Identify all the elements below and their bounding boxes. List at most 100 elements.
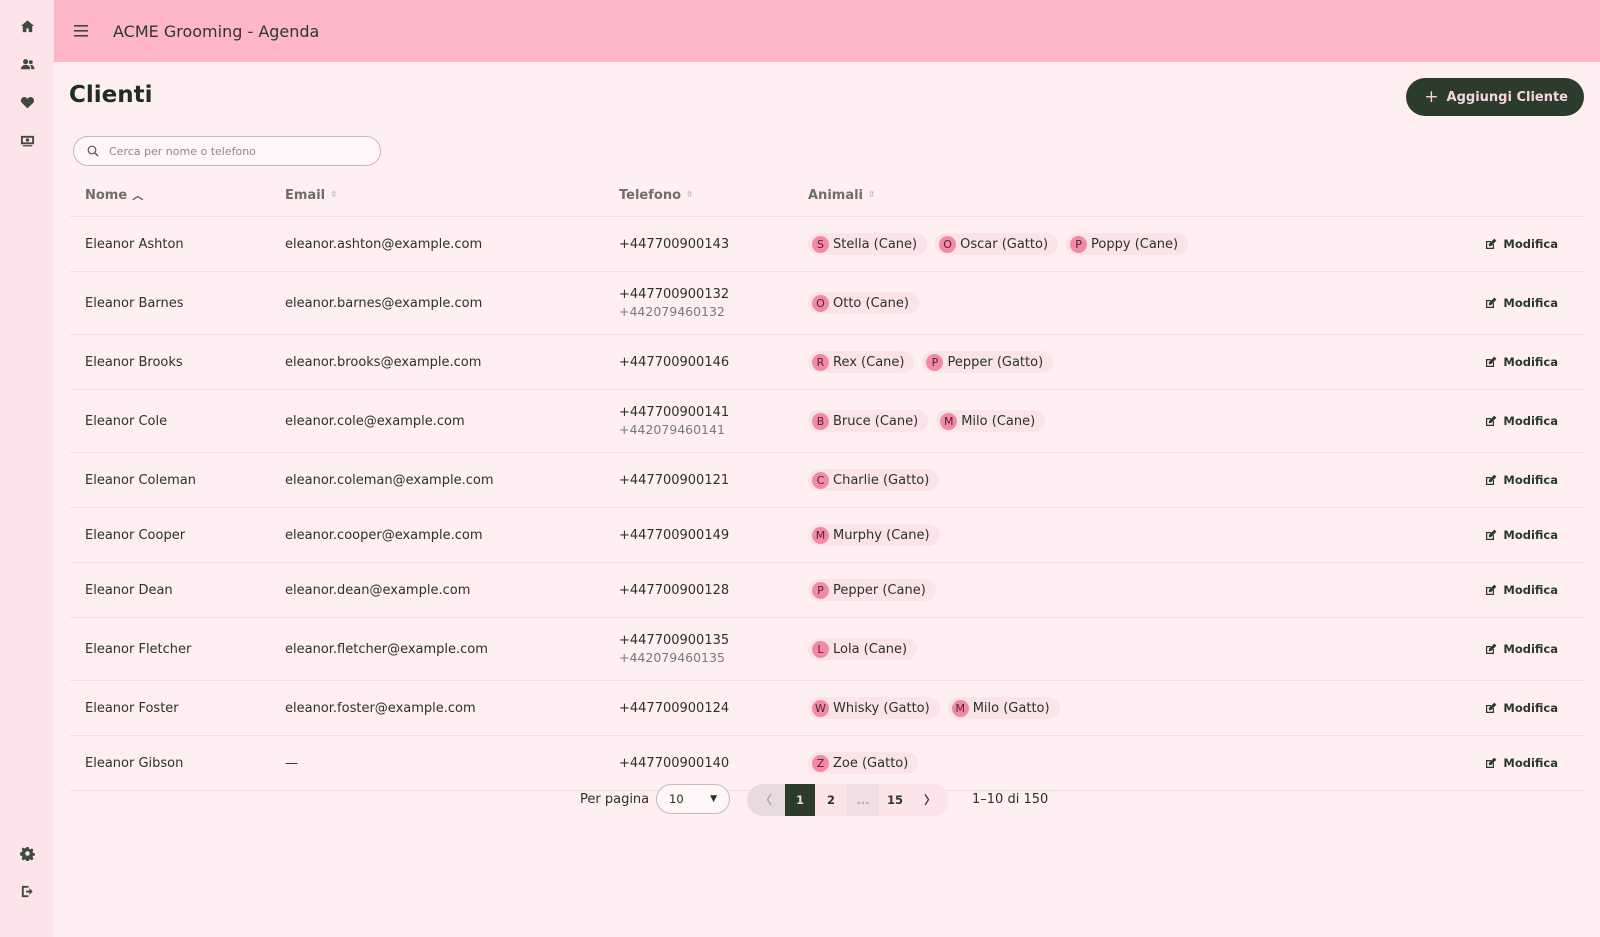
edit-client-button[interactable]: Modifica — [1485, 508, 1558, 562]
pet-chip[interactable]: M Murphy (Cane) — [808, 524, 940, 546]
main-content: Clienti + Aggiungi Cliente Nome ︿ Email … — [54, 62, 1600, 937]
client-phone-cell: +447700900128 — [619, 563, 729, 617]
sort-icon: ⇳ — [868, 190, 876, 200]
per-page-select[interactable]: 10 ▼ — [656, 784, 730, 814]
pet-avatar: R — [812, 353, 829, 371]
client-phone-cell: +447700900141 +442079460141 — [619, 390, 729, 452]
pet-chip[interactable]: P Poppy (Cane) — [1066, 233, 1189, 255]
next-page-button[interactable]: 〉 — [911, 784, 949, 816]
edit-client-button[interactable]: Modifica — [1485, 618, 1558, 680]
pet-label: Charlie (Gatto) — [833, 472, 930, 488]
home-icon[interactable] — [17, 16, 37, 36]
pet-avatar: O — [939, 235, 957, 253]
pet-chip[interactable]: R Rex (Cane) — [808, 351, 915, 373]
table-row: Eleanor Dean eleanor.dean@example.com +447… — [70, 563, 1584, 618]
pet-avatar: O — [812, 294, 829, 312]
edit-client-button[interactable]: Modifica — [1485, 390, 1558, 452]
table-row: Eleanor Cooper eleanor.cooper@example.com… — [70, 508, 1584, 563]
pet-chip[interactable]: C Charlie (Gatto) — [808, 469, 940, 491]
pet-chip[interactable]: S Stella (Cane) — [808, 233, 928, 255]
pet-chip[interactable]: W Whisky (Gatto) — [808, 697, 940, 719]
edit-icon — [1486, 415, 1497, 426]
edit-client-label: Modifica — [1503, 583, 1558, 597]
client-name: Eleanor Dean — [85, 582, 173, 598]
client-email: eleanor.ashton@example.com — [285, 236, 483, 252]
add-client-button[interactable]: + Aggiungi Cliente — [1406, 78, 1584, 116]
column-header-email[interactable]: Email ⇳ — [285, 174, 338, 216]
edit-client-label: Modifica — [1503, 473, 1558, 487]
client-name: Eleanor Cooper — [85, 527, 186, 543]
edit-client-button[interactable]: Modifica — [1485, 736, 1558, 790]
client-email: eleanor.cole@example.com — [285, 413, 465, 429]
pet-chip[interactable]: O Otto (Cane) — [808, 292, 919, 314]
pet-avatar: M — [951, 699, 969, 717]
client-name: Eleanor Ashton — [85, 236, 184, 252]
client-name: Eleanor Brooks — [85, 354, 183, 370]
client-phone: +447700900140 — [619, 755, 730, 771]
pet-chip[interactable]: P Pepper (Gatto) — [922, 351, 1054, 373]
logout-icon[interactable] — [17, 881, 37, 901]
column-header-name[interactable]: Nome ︿ — [85, 174, 143, 216]
pet-avatar: Z — [812, 754, 829, 772]
plus-icon: + — [1424, 86, 1439, 107]
client-pets: Z Zoe (Gatto) — [808, 736, 919, 790]
pet-chip[interactable]: B Bruce (Cane) — [808, 410, 929, 432]
client-email: eleanor.brooks@example.com — [285, 354, 482, 370]
client-phone: +447700900132 — [619, 287, 730, 302]
edit-client-button[interactable]: Modifica — [1485, 272, 1558, 334]
client-name: Eleanor Fletcher — [85, 641, 192, 657]
client-phone: +447700900143 — [619, 236, 730, 252]
client-phone: +447700900135 — [619, 633, 730, 648]
client-name: Eleanor Foster — [85, 700, 179, 716]
column-header-phone-label: Telefono — [619, 187, 682, 203]
pet-chip[interactable]: O Oscar (Gatto) — [935, 233, 1059, 255]
column-header-phone[interactable]: Telefono ⇳ — [619, 174, 694, 216]
page-button[interactable]: 15 — [879, 784, 911, 816]
per-page-label: Per pagina — [580, 792, 650, 807]
edit-client-button[interactable]: Modifica — [1485, 335, 1558, 389]
column-header-pets[interactable]: Animali ⇳ — [808, 174, 876, 216]
column-header-name-label: Nome — [85, 187, 128, 203]
pet-avatar: P — [1070, 235, 1088, 253]
money-icon[interactable] — [17, 130, 37, 150]
search-input[interactable] — [107, 143, 361, 159]
table-row: Eleanor Fletcher eleanor.fletcher@example… — [70, 618, 1584, 681]
pet-avatar: S — [812, 235, 829, 253]
edit-client-label: Modifica — [1503, 642, 1558, 656]
page-button[interactable]: 1 — [785, 784, 815, 816]
edit-client-label: Modifica — [1503, 237, 1558, 251]
pet-avatar: L — [812, 640, 829, 658]
client-phone-secondary: +442079460141 — [619, 422, 725, 437]
page-button[interactable]: 2 — [815, 784, 847, 816]
pet-chip[interactable]: L Lola (Cane) — [808, 638, 918, 660]
pet-chip[interactable]: P Pepper (Cane) — [808, 579, 936, 601]
edit-icon — [1486, 702, 1497, 713]
edit-client-button[interactable]: Modifica — [1485, 681, 1558, 735]
add-client-label: Aggiungi Cliente — [1446, 89, 1568, 105]
gear-icon[interactable] — [17, 843, 37, 863]
pagination: Per pagina 10 ▼ 〈 1 2 ... 15 〉 1–10 di 1… — [54, 784, 1600, 816]
pet-chip[interactable]: M Milo (Gatto) — [947, 697, 1060, 719]
table-row: Eleanor Coleman eleanor.coleman@example.c… — [70, 453, 1584, 508]
edit-client-button[interactable]: Modifica — [1485, 453, 1558, 507]
heart-icon[interactable] — [17, 92, 37, 112]
clients-table: Nome ︿ Email ⇳ Telefono ⇳ Animali ⇳ Elea… — [70, 174, 1584, 791]
client-email: eleanor.fletcher@example.com — [285, 641, 488, 657]
client-email: eleanor.dean@example.com — [285, 582, 471, 598]
pet-avatar: P — [926, 353, 944, 371]
edit-client-button[interactable]: Modifica — [1485, 563, 1558, 617]
pet-label: Murphy (Cane) — [833, 527, 930, 543]
edit-client-label: Modifica — [1503, 296, 1558, 310]
users-icon[interactable] — [17, 54, 37, 74]
edit-client-button[interactable]: Modifica — [1485, 217, 1558, 271]
pet-avatar: W — [812, 699, 829, 717]
column-header-pets-label: Animali — [808, 187, 864, 203]
pet-label: Rex (Cane) — [833, 354, 905, 370]
pet-chip[interactable]: Z Zoe (Gatto) — [808, 752, 919, 774]
hamburger-menu-icon[interactable] — [70, 20, 92, 42]
pet-label: Milo (Cane) — [961, 413, 1036, 429]
pet-chip[interactable]: M Milo (Cane) — [936, 410, 1046, 432]
search-icon — [87, 145, 99, 157]
prev-page-button[interactable]: 〈 — [747, 784, 785, 816]
search-box[interactable] — [73, 136, 381, 166]
